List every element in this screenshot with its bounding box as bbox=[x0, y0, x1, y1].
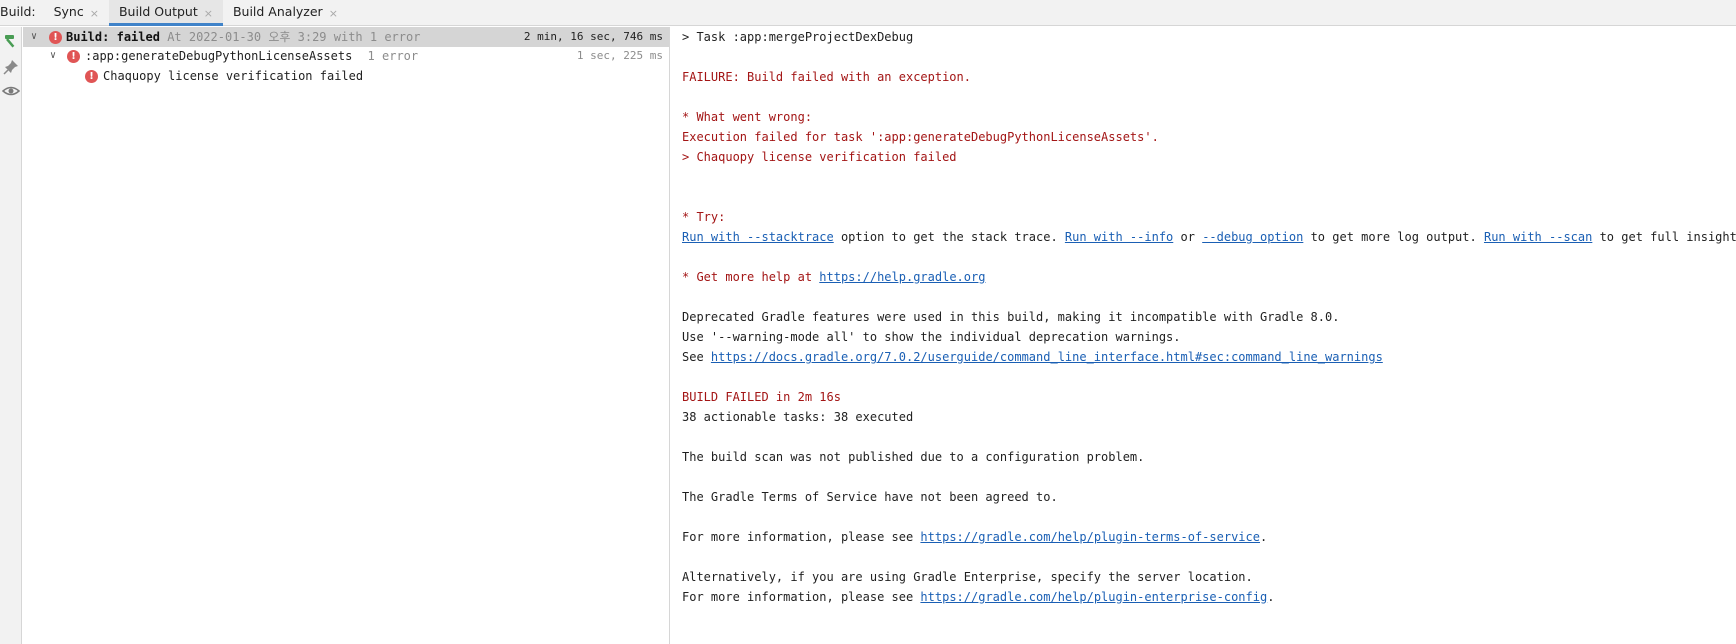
command-line-warnings-link[interactable]: https://docs.gradle.org/7.0.2/userguide/… bbox=[711, 350, 1383, 364]
eye-icon[interactable] bbox=[1, 82, 21, 100]
build-root-label: Build: bbox=[66, 30, 110, 44]
left-toolstrip bbox=[0, 27, 22, 644]
console-terms-not-agreed: The Gradle Terms of Service have not bee… bbox=[682, 490, 1058, 504]
try-text-2: or bbox=[1173, 230, 1203, 244]
console-try: * Try: bbox=[682, 210, 726, 224]
tab-build-output[interactable]: Build Output × bbox=[108, 0, 223, 26]
task-text: :app:generateDebugPythonLicenseAssets 1 … bbox=[85, 46, 418, 66]
error-icon: ! bbox=[67, 50, 80, 63]
stacktrace-link[interactable]: Run with --stacktrace bbox=[682, 230, 834, 244]
more-info-prefix: For more information, please see bbox=[682, 590, 921, 604]
console-see-line: See https://docs.gradle.org/7.0.2/usergu… bbox=[682, 347, 1383, 367]
try-text-3: to get more log output. bbox=[1303, 230, 1484, 244]
close-icon[interactable]: × bbox=[204, 7, 213, 20]
error-label: Chaquopy license verification failed bbox=[103, 69, 364, 83]
info-link[interactable]: Run with --info bbox=[1065, 230, 1173, 244]
build-root-detail: At 2022-01-30 오후 3:29 with 1 error bbox=[167, 30, 421, 44]
console-task-line: > Task :app:mergeProjectDexDebug bbox=[682, 30, 914, 44]
try-text-4: to get full insights. bbox=[1592, 230, 1736, 244]
debug-option-link[interactable]: --debug option bbox=[1202, 230, 1303, 244]
console-deprecated: Deprecated Gradle features were used in … bbox=[682, 310, 1340, 324]
task-duration: 1 sec, 225 ms bbox=[576, 49, 663, 62]
console-terms-info: For more information, please see https:/… bbox=[682, 527, 1267, 547]
console-verification-failed: > Chaquopy license verification failed bbox=[682, 150, 957, 164]
try-text-1: option to get the stack trace. bbox=[833, 230, 1065, 244]
console-tasks: 38 actionable tasks: 38 executed bbox=[682, 410, 914, 424]
help-link[interactable]: https://help.gradle.org bbox=[819, 270, 985, 284]
task-label: :app:generateDebugPythonLicenseAssets bbox=[85, 49, 353, 63]
tree-row-build-root[interactable]: ∨ ! Build: failed At 2022-01-30 오후 3:29 … bbox=[23, 27, 669, 47]
tab-sync[interactable]: Sync × bbox=[44, 0, 109, 25]
console-what-went-wrong: * What went wrong: bbox=[682, 110, 813, 124]
see-prefix: See bbox=[682, 350, 711, 364]
build-root-text: Build: failed At 2022-01-30 오후 3:29 with… bbox=[66, 27, 420, 47]
console-enterprise-info: For more information, please see https:/… bbox=[682, 587, 1274, 607]
console-help-line: * Get more help at https://help.gradle.o… bbox=[682, 267, 985, 287]
more-info-prefix: For more information, please see bbox=[682, 530, 921, 544]
build-tree: ∨ ! Build: failed At 2022-01-30 오후 3:29 … bbox=[23, 27, 670, 644]
pin-icon[interactable] bbox=[2, 58, 20, 76]
task-detail: 1 error bbox=[367, 49, 419, 63]
chevron-down-icon[interactable]: ∨ bbox=[47, 46, 59, 66]
console-alternatively: Alternatively, if you are using Gradle E… bbox=[682, 570, 1253, 584]
tree-row-task[interactable]: ∨ ! :app:generateDebugPythonLicenseAsset… bbox=[23, 46, 669, 66]
period: . bbox=[1267, 590, 1275, 604]
tab-build-output-label: Build Output bbox=[118, 4, 198, 19]
console-build-failed: BUILD FAILED in 2m 16s bbox=[682, 390, 841, 404]
period: . bbox=[1259, 530, 1268, 544]
tab-build-analyzer[interactable]: Build Analyzer × bbox=[223, 0, 348, 25]
build-tool-window-tabbar: Build: Sync × Build Output × Build Analy… bbox=[0, 0, 1736, 26]
scan-link[interactable]: Run with --scan bbox=[1484, 230, 1592, 244]
tree-row-error[interactable]: ! Chaquopy license verification failed bbox=[23, 66, 669, 86]
console-output[interactable]: > Task :app:mergeProjectDexDebug FAILURE… bbox=[671, 27, 1736, 644]
tab-sync-label: Sync bbox=[53, 4, 84, 19]
console-scan-not-published: The build scan was not published due to … bbox=[682, 450, 1145, 464]
chevron-down-icon[interactable]: ∨ bbox=[28, 27, 40, 47]
tab-build-analyzer-label: Build Analyzer bbox=[232, 4, 323, 19]
error-icon: ! bbox=[85, 70, 98, 83]
console-failure: FAILURE: Build failed with an exception. bbox=[682, 70, 971, 84]
close-icon[interactable]: × bbox=[329, 7, 338, 20]
build-root-duration: 2 min, 16 sec, 746 ms bbox=[523, 30, 663, 43]
console-execution-failed: Execution failed for task ':app:generate… bbox=[682, 130, 1159, 144]
hammer-icon[interactable] bbox=[2, 32, 20, 50]
console-warning-mode: Use '--warning-mode all' to show the ind… bbox=[682, 330, 1181, 344]
enterprise-config-link[interactable]: https://gradle.com/help/plugin-enterpris… bbox=[920, 590, 1267, 604]
build-label: Build: bbox=[0, 4, 36, 19]
terms-of-service-link[interactable]: https://gradle.com/help/plugin-terms-of-… bbox=[920, 530, 1260, 544]
help-prefix: * Get more help at bbox=[682, 270, 820, 284]
close-icon[interactable]: × bbox=[90, 7, 99, 20]
build-root-status: failed bbox=[116, 30, 160, 44]
console-try-line: Run with --stacktrace option to get the … bbox=[682, 227, 1736, 247]
error-icon: ! bbox=[49, 31, 62, 44]
